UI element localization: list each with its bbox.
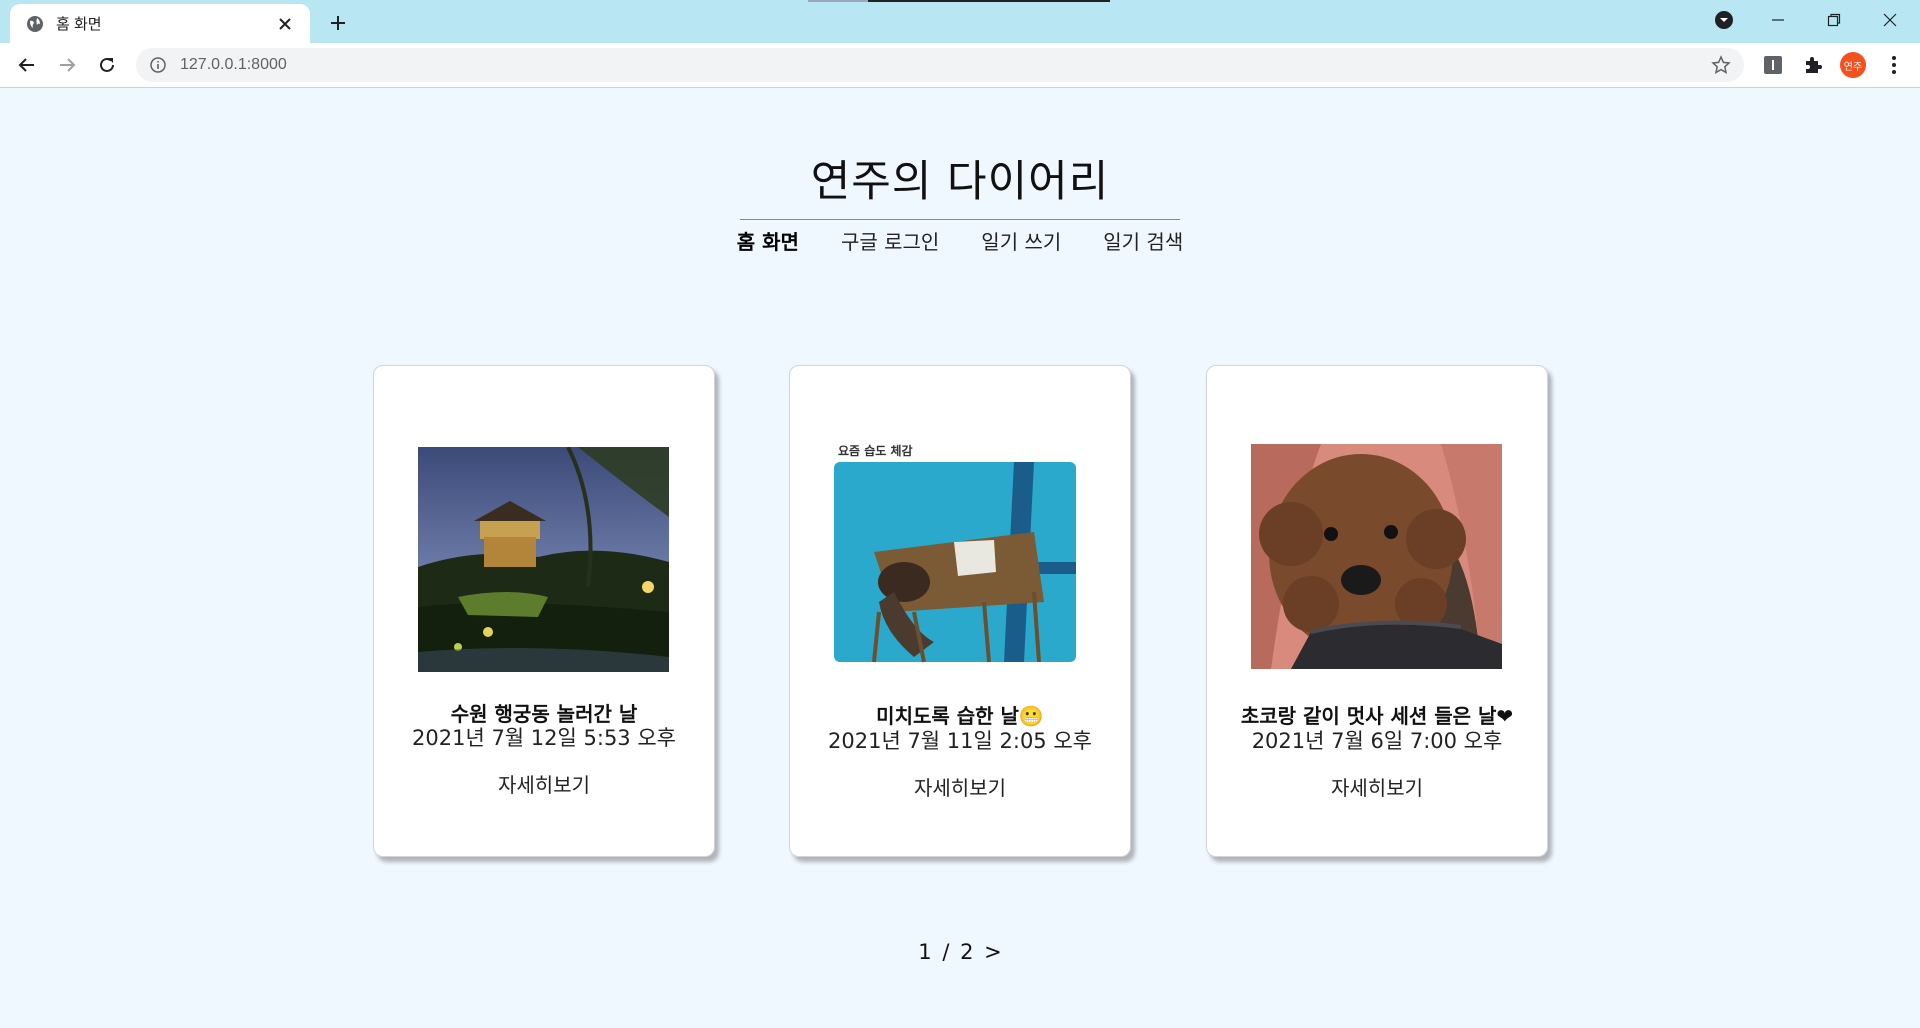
site-info-icon[interactable] xyxy=(150,57,166,73)
tab-search-button[interactable] xyxy=(1696,0,1752,40)
diary-card: 요즘 습도 체감 미치도록 습한 날😬 2021년 7월 11일 2:05 오후… xyxy=(789,365,1131,857)
back-button[interactable] xyxy=(12,50,42,80)
restore-button[interactable] xyxy=(1806,0,1862,40)
diary-photo xyxy=(418,447,669,672)
minimize-button[interactable] xyxy=(1750,0,1806,40)
tab-strip-indicator xyxy=(868,0,1110,2)
reload-button[interactable] xyxy=(92,50,122,80)
diary-photo: 요즘 습도 체감 xyxy=(834,442,1085,674)
diary-date: 2021년 7월 6일 7:00 오후 xyxy=(1251,729,1503,753)
tab-title: 홈 화면 xyxy=(56,16,102,33)
globe-icon xyxy=(26,15,44,33)
diary-card: 수원 행궁동 놀러간 날 2021년 7월 12일 5:53 오후 자세히보기 xyxy=(373,365,715,857)
page-separator: / xyxy=(942,940,950,964)
diary-card: 초코랑 같이 멋사 세션 들은 날❤ 2021년 7월 6일 7:00 오후 자… xyxy=(1206,365,1548,857)
diary-photo xyxy=(1251,444,1502,669)
extensions-puzzle-icon[interactable] xyxy=(1798,50,1828,80)
detail-link[interactable]: 자세히보기 xyxy=(374,769,714,798)
main-nav: 홈 화면 구글 로그인 일기 쓰기 일기 검색 xyxy=(0,226,1920,255)
reader-extension-icon[interactable] xyxy=(1758,50,1788,80)
browser-tab[interactable]: 홈 화면 xyxy=(10,4,310,43)
browser-toolbar: 127.0.0.1:8000 연주 xyxy=(0,43,1920,88)
page-total: 2 xyxy=(960,940,974,964)
site-title: 연주의 다이어리 xyxy=(810,157,1110,207)
pagination: 1 / 2 > xyxy=(0,940,1920,964)
menu-kebab-icon[interactable] xyxy=(1879,50,1909,80)
profile-avatar[interactable]: 연주 xyxy=(1840,52,1866,78)
diary-date: 2021년 7월 11일 2:05 오후 xyxy=(828,729,1092,753)
address-bar[interactable]: 127.0.0.1:8000 xyxy=(136,48,1744,82)
new-tab-button[interactable] xyxy=(324,9,352,37)
nav-write-diary[interactable]: 일기 쓰기 xyxy=(960,226,1082,255)
photo-caption: 요즘 습도 체감 xyxy=(838,444,913,458)
bookmark-star-icon[interactable] xyxy=(1710,54,1732,76)
tab-strip: 홈 화면 xyxy=(0,0,1920,43)
detail-link[interactable]: 자세히보기 xyxy=(1207,772,1547,801)
next-page-link[interactable]: > xyxy=(984,940,1002,964)
title-divider xyxy=(740,219,1180,220)
tab-strip-indicator xyxy=(808,0,868,2)
nav-google-login[interactable]: 구글 로그인 xyxy=(820,226,960,255)
page-current: 1 xyxy=(918,940,932,964)
forward-button[interactable] xyxy=(52,50,82,80)
url-text: 127.0.0.1:8000 xyxy=(180,56,287,73)
diary-date: 2021년 7월 12일 5:53 오후 xyxy=(412,726,676,750)
detail-link[interactable]: 자세히보기 xyxy=(790,772,1130,801)
nav-home[interactable]: 홈 화면 xyxy=(716,226,820,255)
nav-search-diary[interactable]: 일기 검색 xyxy=(1082,226,1204,255)
close-window-button[interactable] xyxy=(1862,0,1918,40)
close-tab-icon[interactable] xyxy=(274,13,296,35)
